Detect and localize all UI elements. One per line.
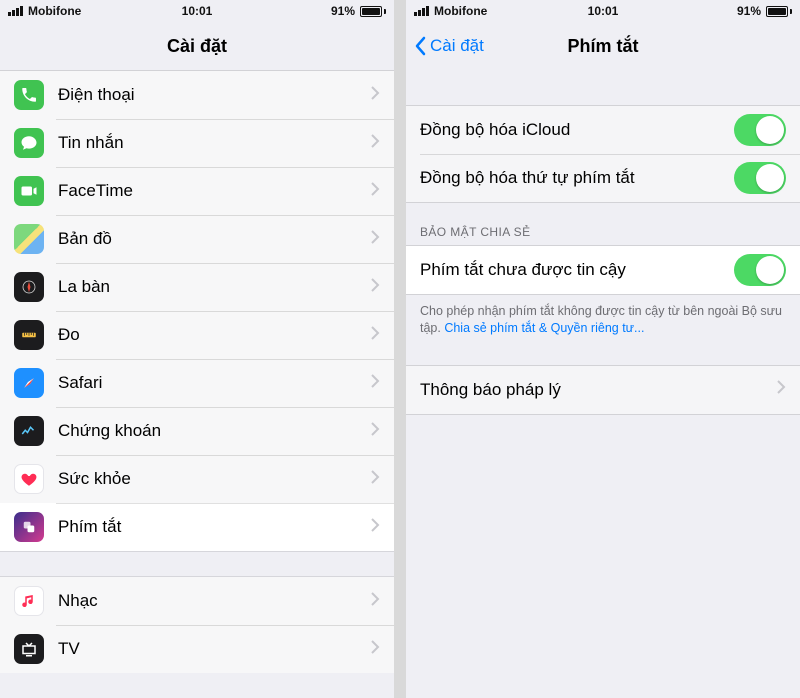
cell-label: Bản đồ xyxy=(58,229,371,249)
chevron-right-icon xyxy=(371,278,380,297)
row-shortcut-order-sync[interactable]: Đồng bộ hóa thứ tự phím tắt xyxy=(406,154,800,202)
page-title: Cài đặt xyxy=(167,36,227,57)
chevron-right-icon xyxy=(371,134,380,153)
chevron-right-icon xyxy=(371,422,380,441)
page-title: Phím tắt xyxy=(567,36,638,57)
security-group: Phím tắt chưa được tin cậy xyxy=(406,245,800,295)
chevron-right-icon xyxy=(371,86,380,105)
row-label: Phím tắt chưa được tin cậy xyxy=(420,260,734,280)
compass-icon xyxy=(14,272,44,302)
cell-label: Tin nhắn xyxy=(58,133,371,153)
cell-label: La bàn xyxy=(58,277,371,297)
cell-label: TV xyxy=(58,639,371,659)
toggle-shortcut-order-sync[interactable] xyxy=(734,162,786,194)
sidebar-item-maps[interactable]: Bản đồ xyxy=(0,215,394,263)
row-label: Đồng bộ hóa thứ tự phím tắt xyxy=(420,168,734,188)
clock: 10:01 xyxy=(406,4,800,18)
section-header-security: BẢO MẬT CHIA SẺ xyxy=(406,203,800,245)
row-icloud-sync[interactable]: Đồng bộ hóa iCloud xyxy=(406,106,800,154)
sidebar-item-health[interactable]: Sức khỏe xyxy=(0,455,394,503)
settings-list: Điện thoại Tin nhắn FaceTime Bản đồ La b xyxy=(0,70,394,673)
list-group-separator xyxy=(0,551,394,577)
sync-group: Đồng bộ hóa iCloud Đồng bộ hóa thứ tự ph… xyxy=(406,105,800,203)
phone-icon xyxy=(14,80,44,110)
sidebar-item-phone[interactable]: Điện thoại xyxy=(0,71,394,119)
back-button[interactable]: Cài đặt xyxy=(414,22,484,70)
status-bar: Mobifone 10:01 91% xyxy=(0,0,394,22)
chevron-right-icon xyxy=(371,374,380,393)
cell-label: Đo xyxy=(58,325,371,345)
back-label: Cài đặt xyxy=(430,36,484,56)
music-icon xyxy=(14,586,44,616)
cell-label: Sức khỏe xyxy=(58,469,371,489)
health-icon xyxy=(14,464,44,494)
chevron-right-icon xyxy=(371,182,380,201)
stocks-icon xyxy=(14,416,44,446)
sidebar-item-compass[interactable]: La bàn xyxy=(0,263,394,311)
chevron-right-icon xyxy=(371,326,380,345)
cell-label: FaceTime xyxy=(58,181,371,201)
cell-label: Phím tắt xyxy=(58,517,371,537)
sidebar-item-measure[interactable]: Đo xyxy=(0,311,394,359)
cell-label: Nhạc xyxy=(58,591,371,611)
spacer xyxy=(406,70,800,105)
nav-bar: Cài đặt Phím tắt xyxy=(406,22,800,70)
nav-bar: Cài đặt xyxy=(0,22,394,70)
sidebar-item-tv[interactable]: TV xyxy=(0,625,394,673)
sidebar-item-music[interactable]: Nhạc xyxy=(0,577,394,625)
chevron-right-icon xyxy=(371,592,380,611)
sidebar-item-facetime[interactable]: FaceTime xyxy=(0,167,394,215)
chevron-left-icon xyxy=(414,36,426,56)
spacer xyxy=(406,337,800,365)
chevron-right-icon xyxy=(371,230,380,249)
safari-icon xyxy=(14,368,44,398)
privacy-link[interactable]: Chia sẻ phím tắt & Quyền riêng tư... xyxy=(444,321,644,335)
chevron-right-icon xyxy=(371,518,380,537)
cell-label: Điện thoại xyxy=(58,85,371,105)
sidebar-item-safari[interactable]: Safari xyxy=(0,359,394,407)
facetime-icon xyxy=(14,176,44,206)
row-untrusted-shortcuts[interactable]: Phím tắt chưa được tin cậy xyxy=(406,246,800,294)
shortcuts-settings-screen: Mobifone 10:01 91% Cài đặt Phím tắt xyxy=(406,0,800,698)
row-legal[interactable]: Thông báo pháp lý xyxy=(406,366,800,414)
messages-icon xyxy=(14,128,44,158)
chevron-right-icon xyxy=(371,640,380,659)
toggle-untrusted-shortcuts[interactable] xyxy=(734,254,786,286)
chevron-right-icon xyxy=(777,380,786,399)
cell-label: Chứng khoán xyxy=(58,421,371,441)
sidebar-item-shortcuts[interactable]: Phím tắt xyxy=(0,503,394,551)
row-label: Đồng bộ hóa iCloud xyxy=(420,120,734,140)
sidebar-item-stocks[interactable]: Chứng khoán xyxy=(0,407,394,455)
legal-group: Thông báo pháp lý xyxy=(406,365,800,415)
settings-screen: Mobifone 10:01 91% Cài đặt Điện thoại xyxy=(0,0,394,698)
cell-label: Safari xyxy=(58,373,371,393)
shortcuts-icon xyxy=(14,512,44,542)
status-bar: Mobifone 10:01 91% xyxy=(406,0,800,22)
toggle-icloud-sync[interactable] xyxy=(734,114,786,146)
maps-icon xyxy=(14,224,44,254)
chevron-right-icon xyxy=(371,470,380,489)
section-footer: Cho phép nhận phím tắt không được tin cậ… xyxy=(406,295,800,337)
row-label: Thông báo pháp lý xyxy=(420,380,777,400)
clock: 10:01 xyxy=(0,4,394,18)
measure-icon xyxy=(14,320,44,350)
tv-icon xyxy=(14,634,44,664)
sidebar-item-messages[interactable]: Tin nhắn xyxy=(0,119,394,167)
